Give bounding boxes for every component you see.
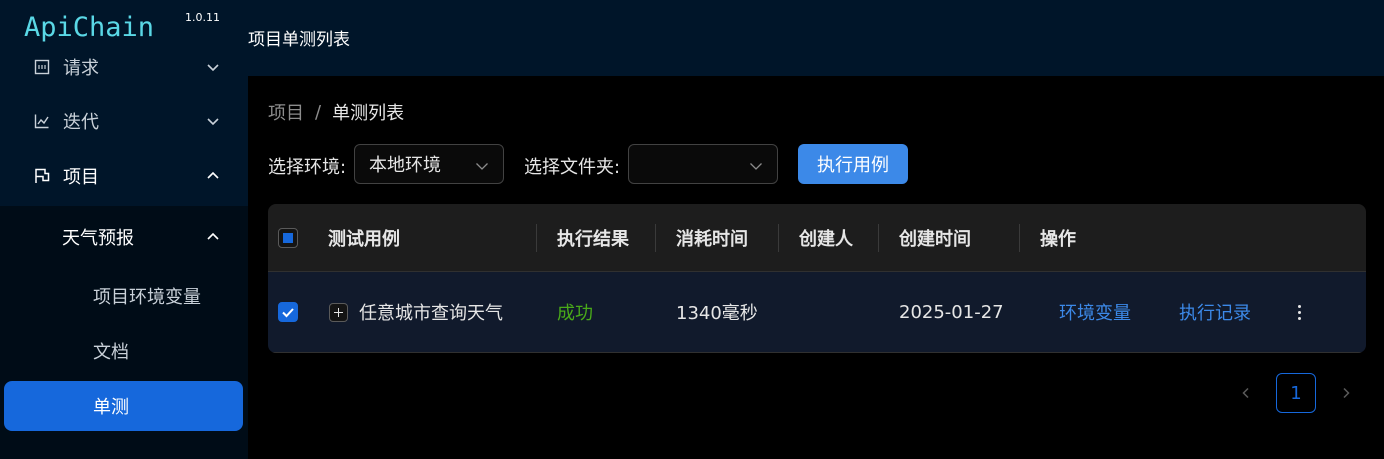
select-all-checkbox[interactable]: [278, 228, 298, 248]
env-vars-link[interactable]: 环境变量: [1059, 272, 1131, 352]
sidebar-item-label: 单测: [93, 397, 129, 418]
app-version: 1.0.11: [185, 11, 220, 24]
chevron-up-icon: [206, 230, 220, 244]
folder-select-label: 选择文件夹:: [524, 157, 621, 178]
sidebar-item-request[interactable]: 请求: [0, 41, 248, 93]
sidebar-item-label: 文档: [93, 342, 129, 363]
chevron-left-icon: [1242, 387, 1249, 399]
column-divider: [878, 224, 879, 252]
sidebar-item-label: 迭代: [63, 112, 99, 133]
created-at-cell: 2025-01-27: [899, 301, 1004, 323]
sidebar-subgroup-label: 天气预报: [62, 228, 134, 249]
sidebar-item-unit-test[interactable]: 单测: [4, 381, 243, 431]
column-header-creator: 创建人: [799, 229, 853, 250]
chevron-down-icon: [475, 157, 489, 171]
status-badge: 成功: [557, 303, 593, 324]
chevron-up-icon: [206, 169, 220, 183]
sidebar-item-label: 请求: [63, 58, 99, 79]
column-divider: [655, 224, 656, 252]
breadcrumb-separator: /: [315, 101, 322, 123]
expand-row-button[interactable]: [329, 303, 348, 322]
line-chart-icon: [33, 112, 51, 130]
checkmark-icon: [282, 308, 294, 318]
env-select-value: 本地环境: [369, 155, 441, 176]
project-flag-icon: [33, 167, 51, 185]
column-header-created-at: 创建时间: [899, 229, 971, 250]
more-vertical-icon[interactable]: [1289, 300, 1309, 324]
column-header-actions: 操作: [1040, 229, 1076, 250]
header: 项目单测列表: [248, 0, 1384, 76]
sidebar: ApiChain 1.0.11 请求 迭代 项目 天气预报 项目环境变量 文档 …: [0, 0, 248, 459]
sidebar-item-label: 项目环境变量: [93, 287, 201, 308]
sidebar-item-label: 项目: [63, 167, 99, 188]
row-checkbox[interactable]: [278, 302, 298, 322]
unit-test-table: 测试用例 执行结果 消耗时间 创建人 创建时间 操作 任意城市查询天气 成功 1…: [268, 204, 1366, 353]
sidebar-item-project[interactable]: 项目: [0, 150, 248, 202]
chevron-right-icon: [1343, 387, 1350, 399]
test-case-name: 任意城市查询天气: [359, 303, 503, 324]
chevron-down-icon: [206, 60, 220, 74]
breadcrumb-item-current: 单测列表: [332, 103, 405, 124]
env-select[interactable]: 本地环境: [354, 144, 504, 184]
sidebar-item-docs[interactable]: 文档: [0, 326, 248, 376]
sidebar-item-env-vars[interactable]: 项目环境变量: [0, 271, 248, 321]
breadcrumb-item-project[interactable]: 项目: [268, 99, 304, 125]
sidebar-item-iteration[interactable]: 迭代: [0, 95, 248, 147]
folder-select[interactable]: [628, 144, 778, 184]
column-divider: [778, 224, 779, 252]
env-select-label: 选择环境:: [268, 157, 347, 178]
duration-cell: 1340毫秒: [676, 303, 758, 324]
sidebar-subgroup-weather[interactable]: 天气预报: [0, 211, 248, 263]
chevron-down-icon: [749, 157, 763, 171]
table-header: 测试用例 执行结果 消耗时间 创建人 创建时间 操作: [268, 204, 1366, 272]
page-title: 项目单测列表: [248, 30, 350, 50]
breadcrumb: 项目 / 单测列表: [268, 99, 404, 125]
next-page-button[interactable]: [1331, 378, 1361, 408]
column-divider: [1019, 224, 1020, 252]
column-divider: [536, 224, 537, 252]
execute-tests-button[interactable]: 执行用例: [798, 144, 908, 184]
exec-records-link[interactable]: 执行记录: [1179, 272, 1251, 352]
page-number-button[interactable]: 1: [1276, 373, 1316, 413]
chevron-down-icon: [206, 114, 220, 128]
column-header-duration: 消耗时间: [676, 229, 748, 250]
table-row: 任意城市查询天气 成功 1340毫秒 2025-01-27 环境变量 执行记录: [268, 272, 1366, 353]
column-header-result: 执行结果: [557, 229, 629, 250]
prev-page-button[interactable]: [1231, 378, 1261, 408]
column-header-test-case: 测试用例: [328, 229, 400, 250]
main-content: 项目 / 单测列表 选择环境: 本地环境 选择文件夹: 执行用例 测试用例 执行…: [248, 76, 1384, 459]
request-icon: [33, 58, 51, 76]
app-logo: ApiChain: [24, 12, 155, 43]
